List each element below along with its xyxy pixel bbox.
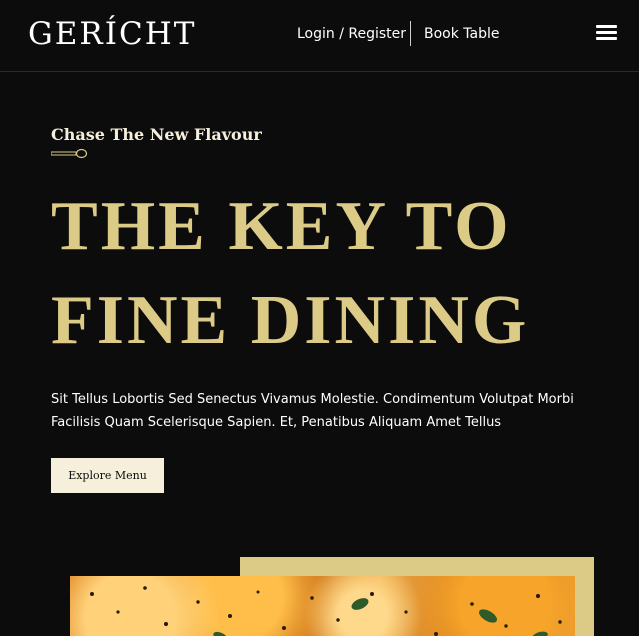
spoon-icon <box>51 148 88 159</box>
login-register-link[interactable]: Login / Register <box>297 24 406 44</box>
hamburger-menu-icon[interactable] <box>596 25 617 41</box>
hero-title-line-1: THE KEY TO <box>51 188 512 265</box>
logo[interactable]: GERÍCHT <box>28 14 196 54</box>
hero-title: THE KEY TO FINE DINING <box>51 180 529 368</box>
explore-menu-button[interactable]: Explore Menu <box>51 458 164 493</box>
hero-description: Sit Tellus Lobortis Sed Senectus Vivamus… <box>51 392 574 430</box>
book-table-link[interactable]: Book Table <box>424 24 500 44</box>
hero-subtitle: Chase The New Flavour <box>51 125 262 144</box>
hero-title-line-2: FINE DINING <box>51 282 530 359</box>
food-image <box>70 576 575 636</box>
nav-divider <box>410 21 411 46</box>
navbar: GERÍCHT Login / Register Book Table <box>0 0 639 72</box>
